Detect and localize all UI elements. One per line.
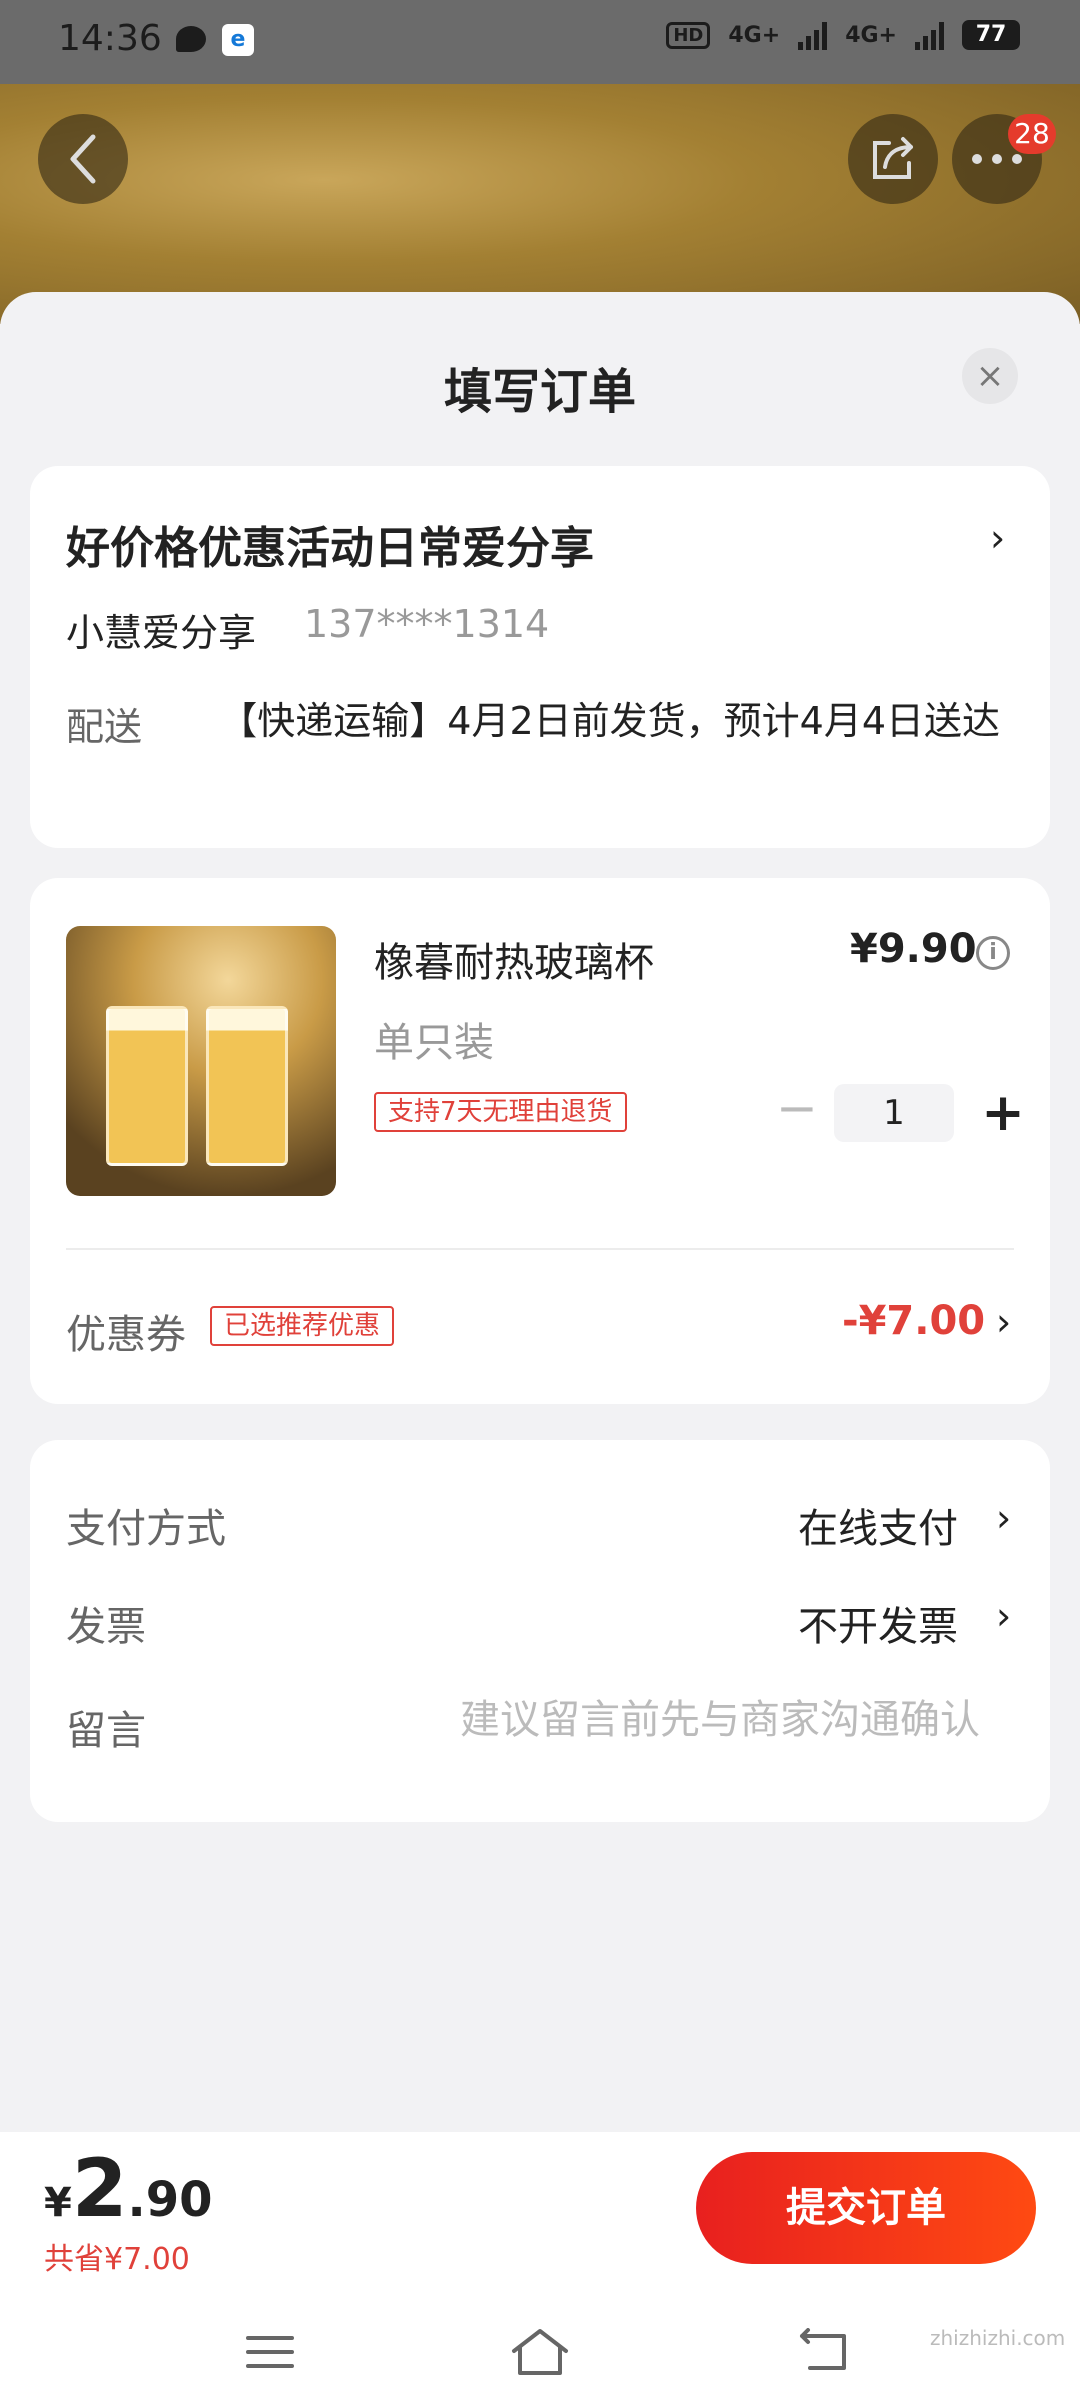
more-dots-icon <box>972 154 1022 164</box>
product-image <box>66 926 336 1196</box>
back-arrow-icon <box>800 2328 846 2370</box>
status-time: 14:36 <box>58 18 162 59</box>
recent-apps-button[interactable] <box>230 2320 310 2384</box>
recipient-name: 小慧爱分享 <box>66 611 257 655</box>
quantity-increase-button[interactable]: + <box>978 1084 1028 1142</box>
coupon-label: 优惠券 <box>66 1312 186 1358</box>
status-indicators: HD 4G+ 4G+ 77 <box>666 20 1020 50</box>
status-bar: 14:36 e HD 4G+ 4G+ 77 <box>0 0 1080 84</box>
hd-voice-icon: HD <box>666 21 711 49</box>
coupon-badge: 已选推荐优惠 <box>210 1306 395 1346</box>
total-price: ¥2.90 <box>44 2142 213 2235</box>
currency-symbol: ¥ <box>44 2180 72 2226</box>
system-back-button[interactable] <box>784 2320 864 2384</box>
product-name: 橡暮耐热玻璃杯 <box>374 940 654 986</box>
return-policy-badge: 支持7天无理由退货 <box>374 1092 627 1132</box>
total-integer: 2 <box>71 2142 128 2235</box>
message-input[interactable] <box>280 1690 980 1750</box>
total-decimal: .90 <box>127 2172 213 2228</box>
battery-icon: 77 <box>962 20 1020 50</box>
address-title: 好价格优惠活动日常爱分享 <box>66 523 594 574</box>
order-options-card: 支付方式 在线支付 › 发票 不开发票 › 留言 <box>30 1440 1050 1822</box>
invoice-chevron-right-icon[interactable]: › <box>996 1594 1011 1638</box>
chevron-right-icon: › <box>990 516 1006 560</box>
shipping-label: 配送 <box>66 705 143 749</box>
notification-badge: 28 <box>1008 114 1056 154</box>
chevron-left-icon <box>70 134 96 184</box>
share-icon <box>873 137 913 179</box>
divider <box>66 1248 1014 1250</box>
signal-icon <box>798 20 828 50</box>
recipient-phone: 137****1314 <box>304 602 550 646</box>
home-button[interactable] <box>500 2320 580 2384</box>
coupon-chevron-right-icon[interactable]: › <box>996 1300 1011 1344</box>
product-card: 橡暮耐热玻璃杯 ¥9.90 i 单只装 支持7天无理由退货 − 1 + 优惠券 … <box>30 878 1050 1404</box>
close-button[interactable]: × <box>962 348 1018 404</box>
shipping-text: 【快递运输】4月2日前发货，预计4月4日送达 <box>219 699 1000 743</box>
network-type-1: 4G+ <box>728 22 781 48</box>
chat-notification-icon <box>176 26 206 52</box>
savings-text: 共省¥7.00 <box>44 2242 190 2277</box>
sheet-title: 填写订单 <box>443 364 636 420</box>
system-navigation-bar <box>0 2296 1080 2408</box>
telecom-notification-icon: e <box>222 24 254 56</box>
payment-method-label: 支付方式 <box>66 1506 226 1552</box>
invoice-label: 发票 <box>66 1604 146 1650</box>
product-price: ¥9.90 <box>850 926 977 972</box>
payment-chevron-right-icon[interactable]: › <box>996 1496 1011 1540</box>
back-button[interactable] <box>38 114 128 204</box>
signal-icon-2 <box>915 20 944 50</box>
invoice-value[interactable]: 不开发票 <box>798 1594 958 1652</box>
quantity-field[interactable]: 1 <box>834 1084 954 1142</box>
product-spec: 单只装 <box>374 1020 494 1066</box>
info-icon[interactable]: i <box>976 936 1010 970</box>
menu-icon <box>246 2336 294 2368</box>
product-header-background <box>0 84 1080 324</box>
watermark: zhizhizhi.com <box>930 2326 1066 2350</box>
order-sheet: 填写订单 × 好价格优惠活动日常爱分享 › 小慧爱分享 137****1314 … <box>0 292 1080 2132</box>
checkout-bar: ¥2.90 共省¥7.00 提交订单 <box>0 2132 1080 2296</box>
address-card[interactable]: 好价格优惠活动日常爱分享 › 小慧爱分享 137****1314 配送 【快递运… <box>30 466 1050 848</box>
payment-method-value[interactable]: 在线支付 <box>798 1496 958 1554</box>
share-button[interactable] <box>848 114 938 204</box>
home-icon <box>512 2329 568 2375</box>
network-type-2: 4G+ <box>845 22 897 48</box>
quantity-decrease-button[interactable]: − <box>776 1083 818 1133</box>
submit-order-button[interactable]: 提交订单 <box>696 2152 1036 2264</box>
message-label: 留言 <box>66 1708 146 1754</box>
coupon-amount[interactable]: -¥7.00 <box>842 1298 985 1344</box>
